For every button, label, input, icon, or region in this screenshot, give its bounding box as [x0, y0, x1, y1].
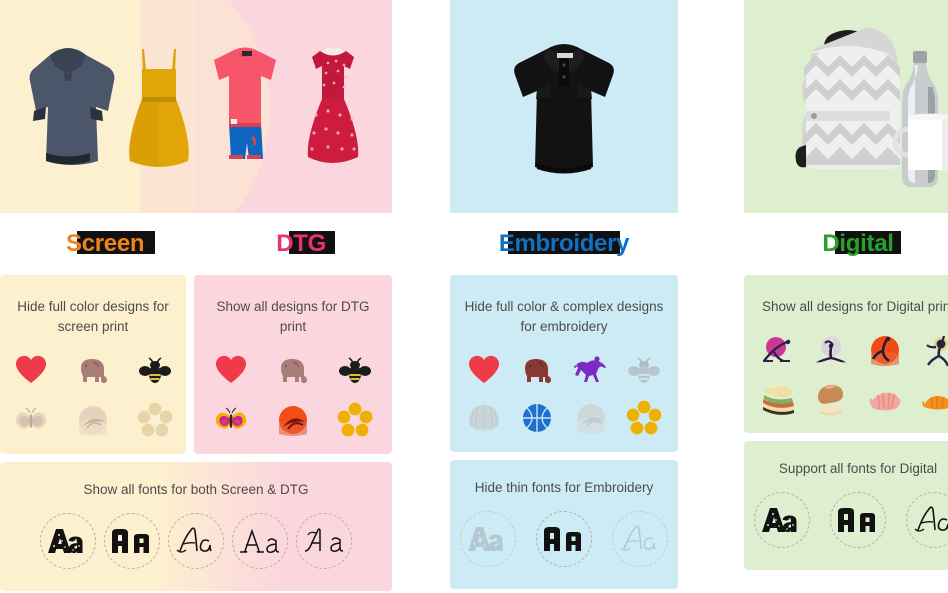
decorative-slab-aa-glyph: [468, 527, 503, 552]
butterfly-icon[interactable]: [213, 402, 249, 438]
font-card-digital-title: Support all fonts for Digital: [778, 460, 938, 476]
flower-icon[interactable]: [337, 402, 373, 438]
label-digital: Digital: [821, 230, 901, 258]
elephant-icon[interactable]: [275, 352, 311, 388]
font-sample-decorative-slab[interactable]: [460, 511, 516, 568]
yoga-warrior-pose-icon[interactable]: [920, 333, 948, 369]
butterfly-icon[interactable]: [13, 402, 49, 438]
mustard-dress-image: [129, 48, 189, 167]
design-card-dtg: Show all designs for DTG print: [194, 275, 392, 455]
font-sample-list-digital: [754, 491, 948, 548]
design-icon-grid-digital: [758, 333, 948, 417]
design-icon-grid-screen: [13, 352, 173, 438]
design-card-embroidery: Hide full color & complex designs for em…: [450, 275, 678, 453]
design-card-digital: Show all designs for Digital print: [744, 275, 948, 433]
design-cards-screen-dtg: Hide full color designs for screen print: [0, 275, 392, 455]
font-sample-block-bold[interactable]: [830, 491, 886, 548]
hero-apparel-embroidery: [450, 0, 678, 213]
bee-icon[interactable]: [337, 352, 373, 388]
heart-icon[interactable]: [213, 352, 249, 388]
script-aa-glyph: [176, 527, 212, 553]
design-card-screen-title: Hide full color designs for screen print: [17, 299, 169, 334]
font-sample-script[interactable]: [906, 491, 948, 548]
hero-apparel-digital: [744, 0, 948, 213]
decorative-slab-aa-glyph: [48, 529, 83, 554]
heart-icon[interactable]: [466, 352, 502, 388]
horse-rider-icon[interactable]: [573, 352, 609, 388]
croissant-pink-icon[interactable]: [867, 381, 903, 417]
fancy-serif-aa-glyph: [304, 528, 344, 553]
font-sample-script[interactable]: [168, 513, 224, 570]
font-sample-decorative-slab[interactable]: [40, 513, 96, 570]
bee-icon[interactable]: [137, 352, 173, 388]
label-dtg: DTG: [275, 230, 335, 258]
heart-icon[interactable]: [13, 352, 49, 388]
yoga-bow-pose-icon[interactable]: [760, 333, 796, 369]
font-sample-serif[interactable]: [232, 513, 288, 570]
croissant-orange-icon[interactable]: [920, 381, 948, 417]
design-card-embroidery-title: Hide full color & complex designs for em…: [464, 299, 664, 334]
label-embroidery: Embroidery: [498, 230, 630, 257]
font-sample-block-bold[interactable]: [104, 513, 160, 570]
black-polo-shirt-image: [514, 43, 614, 173]
font-card-embroidery-title: Hide thin fonts for Embroidery: [474, 480, 654, 496]
decorative-slab-aa-glyph: [762, 507, 797, 532]
label-row-embroidery: Embroidery: [450, 213, 678, 275]
sunset-bird-icon[interactable]: [75, 402, 111, 438]
design-card-dtg-title: Show all designs for DTG print: [216, 299, 370, 334]
bee-icon[interactable]: [626, 352, 662, 388]
font-sample-decorative-slab[interactable]: [754, 491, 810, 548]
basketball-icon[interactable]: [519, 400, 555, 436]
font-card-screen-dtg: Show all fonts for both Screen & DTG: [0, 462, 392, 592]
font-sample-list-embroidery: [460, 511, 668, 568]
sunset-bird-icon[interactable]: [275, 402, 311, 438]
white-mug-image: [892, 113, 948, 170]
sunset-bird-icon[interactable]: [573, 400, 609, 436]
block-bold-aa-glyph: [838, 507, 875, 532]
script-aa-glyph: [620, 525, 656, 551]
label-row-screen-dtg: Screen DTG: [0, 213, 392, 275]
navy-hoodie-image: [29, 47, 115, 165]
design-card-digital-title: Show all designs for Digital print: [761, 299, 948, 314]
font-card-digital: Support all fonts for Digital: [744, 440, 948, 570]
print-method-comparison-board: Screen DTG Hide full color designs for s…: [0, 0, 948, 593]
font-sample-block-bold[interactable]: [536, 511, 592, 568]
red-polka-dress-image: [307, 46, 359, 163]
yoga-splits-pose-icon[interactable]: [813, 333, 849, 369]
shell-icon[interactable]: [466, 400, 502, 436]
sandwich-icon[interactable]: [760, 381, 796, 417]
design-icon-grid-embroidery: [464, 352, 664, 436]
block-bold-aa-glyph: [544, 527, 581, 552]
label-row-digital: Digital: [744, 213, 948, 275]
font-card-screen-dtg-title: Show all fonts for both Screen & DTG: [83, 482, 309, 498]
design-card-screen: Hide full color designs for screen print: [0, 275, 186, 455]
flower-icon[interactable]: [626, 400, 662, 436]
bread-loaf-icon[interactable]: [813, 381, 849, 417]
elephant-icon[interactable]: [75, 352, 111, 388]
font-sample-list-screen-dtg: [40, 513, 352, 570]
serif-aa-glyph: [240, 528, 280, 554]
block-bold-aa-glyph: [112, 529, 149, 554]
elephant-icon[interactable]: [519, 352, 555, 388]
yoga-sun-pose-icon[interactable]: [867, 333, 903, 369]
column-embroidery: Embroidery Hide full color & complex des…: [450, 0, 678, 593]
hero-apparel-screen-dtg: [0, 0, 392, 213]
flower-icon[interactable]: [137, 402, 173, 438]
script-aa-glyph: [914, 506, 948, 532]
coral-tshirt-blue-shorts-image: [214, 47, 276, 159]
column-screen-dtg: Screen DTG Hide full color designs for s…: [0, 0, 392, 593]
design-icon-grid-dtg: [213, 352, 373, 438]
font-sample-script[interactable]: [612, 511, 668, 568]
column-digital: Digital Show all designs for Digital pri…: [744, 0, 948, 593]
label-screen: Screen: [65, 230, 156, 258]
font-sample-fancy-serif[interactable]: [296, 513, 352, 570]
font-card-embroidery: Hide thin fonts for Embroidery: [450, 460, 678, 590]
